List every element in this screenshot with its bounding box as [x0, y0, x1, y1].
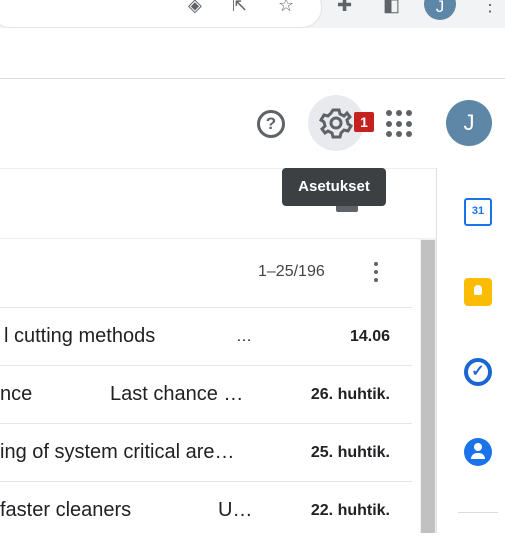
pagination-label[interactable]: 1–25/196: [258, 263, 325, 281]
email-snippet: U…: [218, 499, 253, 521]
email-subject: l cutting methods: [4, 325, 156, 347]
email-subject: nce: [0, 383, 33, 405]
email-snippet: …: [236, 328, 252, 345]
email-row[interactable]: l cutting methods … 14.06: [0, 307, 412, 365]
bookmarks-bar: [0, 28, 505, 79]
email-date: 26. huhtik.: [310, 386, 390, 403]
email-snippet: Last chance …: [110, 383, 244, 405]
help-icon[interactable]: ?: [257, 110, 285, 138]
email-date: 25. huhtik.: [310, 444, 390, 461]
keep-icon[interactable]: [464, 278, 492, 306]
scrollbar-thumb[interactable]: [421, 240, 435, 533]
side-panel-icon[interactable]: ◧: [383, 0, 400, 14]
star-icon[interactable]: ☆: [278, 0, 294, 14]
tasks-icon[interactable]: ✓: [464, 358, 492, 386]
email-date: 22. huhtik.: [310, 502, 390, 519]
more-vert-icon[interactable]: ⋮: [481, 0, 499, 14]
list-toolbar-divider: [0, 238, 420, 239]
contacts-icon[interactable]: [464, 438, 492, 466]
share-icon[interactable]: ⇱: [232, 0, 247, 14]
email-subject: faster cleaners: [0, 499, 132, 521]
calendar-day: 31: [471, 205, 485, 217]
email-row[interactable]: ing of system critical are… 25. huhtik.: [0, 423, 412, 481]
eye-slash-icon[interactable]: ◈: [188, 0, 202, 14]
email-subject: ing of system critical are…: [0, 441, 235, 463]
settings-badge: 1: [354, 112, 374, 132]
apps-grid-icon[interactable]: [386, 110, 414, 138]
account-avatar[interactable]: J: [446, 100, 492, 146]
side-panel-divider: [458, 512, 498, 513]
puzzle-icon[interactable]: ✚: [337, 0, 352, 14]
more-options-icon[interactable]: [369, 262, 383, 286]
settings-tooltip: Asetukset: [282, 168, 386, 206]
address-bar[interactable]: [0, 0, 322, 28]
calendar-icon[interactable]: 31: [464, 198, 492, 226]
email-row[interactable]: nce Last chance … 26. huhtik.: [0, 365, 412, 423]
email-row[interactable]: faster cleaners U… 22. huhtik.: [0, 481, 412, 539]
email-date: 14.06: [349, 328, 390, 345]
